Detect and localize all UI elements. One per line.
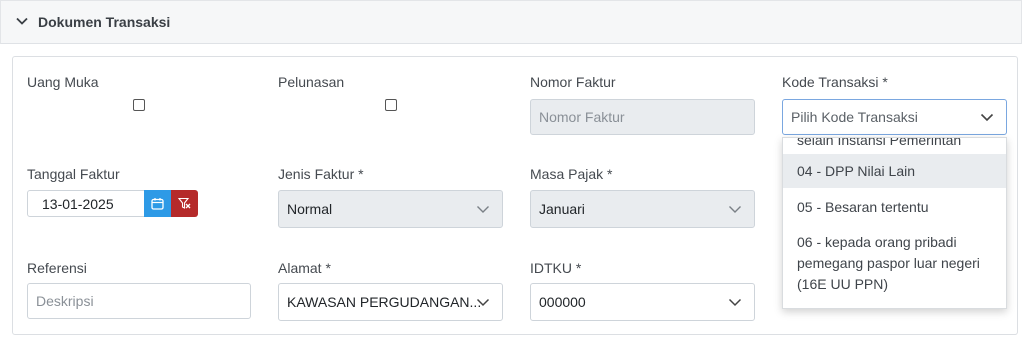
alamat-label: Alamat * [278,260,331,276]
jenis-faktur-label: Jenis Faktur * [278,166,364,182]
jenis-faktur-select[interactable]: Normal [278,190,503,228]
jenis-faktur-value: Normal [287,201,333,217]
nomor-faktur-placeholder: Nomor Faktur [539,109,625,125]
tanggal-faktur-label: Tanggal Faktur [27,166,120,182]
nomor-faktur-input[interactable]: Nomor Faktur [530,99,755,135]
masa-pajak-select[interactable]: Januari [530,190,755,228]
referensi-placeholder: Deskripsi [36,293,94,309]
section-header[interactable]: Dokumen Transaksi [0,0,1022,44]
option-label: selain Instansi Pemerintah [797,137,962,148]
calendar-icon [151,198,164,210]
masa-pajak-label: Masa Pajak * [530,166,613,182]
option-label: 05 - Besaran tertentu [797,199,929,215]
kode-transaksi-dropdown[interactable]: selain Instansi Pemerintah 04 - DPP Nila… [782,137,1007,309]
idtku-value: 000000 [539,294,586,310]
referensi-label: Referensi [27,260,87,276]
uang-muka-label: Uang Muka [27,74,99,90]
kode-transaksi-placeholder: Pilih Kode Transaksi [791,109,918,125]
option-label: 06 - kepada orang pribadi pemegang paspo… [797,234,980,292]
alamat-select[interactable]: KAWASAN PERGUDANGAN... [278,283,503,321]
idtku-label: IDTKU * [530,260,582,276]
chevron-down-icon [728,298,742,307]
chevron-down-icon[interactable] [15,14,29,28]
pelunasan-label: Pelunasan [278,74,345,90]
idtku-select[interactable]: 000000 [530,283,755,321]
referensi-input[interactable]: Deskripsi [27,283,251,319]
kode-transaksi-select[interactable]: Pilih Kode Transaksi [782,99,1007,135]
filter-clear-icon [178,197,191,209]
pelunasan-checkbox[interactable] [385,99,397,111]
masa-pajak-value: Januari [539,201,585,217]
chevron-down-icon [477,206,489,213]
kode-transaksi-label: Kode Transaksi * [782,74,888,90]
kode-transaksi-option-04[interactable]: 04 - DPP Nilai Lain [783,154,1006,188]
chevron-down-icon [980,113,994,122]
calendar-button[interactable] [144,190,171,217]
chevron-down-icon [476,298,490,307]
clear-date-button[interactable] [171,190,198,217]
kode-transaksi-option[interactable]: selain Instansi Pemerintah [783,137,1006,150]
nomor-faktur-label: Nomor Faktur [530,74,616,90]
kode-transaksi-option-06[interactable]: 06 - kepada orang pribadi pemegang paspo… [783,232,1006,296]
section-title: Dokumen Transaksi [38,14,171,30]
uang-muka-checkbox[interactable] [133,99,145,111]
kode-transaksi-option-05[interactable]: 05 - Besaran tertentu [783,190,1006,224]
tanggal-faktur-input[interactable]: 13-01-2025 [27,190,145,217]
chevron-down-icon [729,206,741,213]
alamat-value: KAWASAN PERGUDANGAN... [287,294,482,310]
option-label: 04 - DPP Nilai Lain [797,163,916,179]
tanggal-faktur-value: 13-01-2025 [42,195,114,212]
